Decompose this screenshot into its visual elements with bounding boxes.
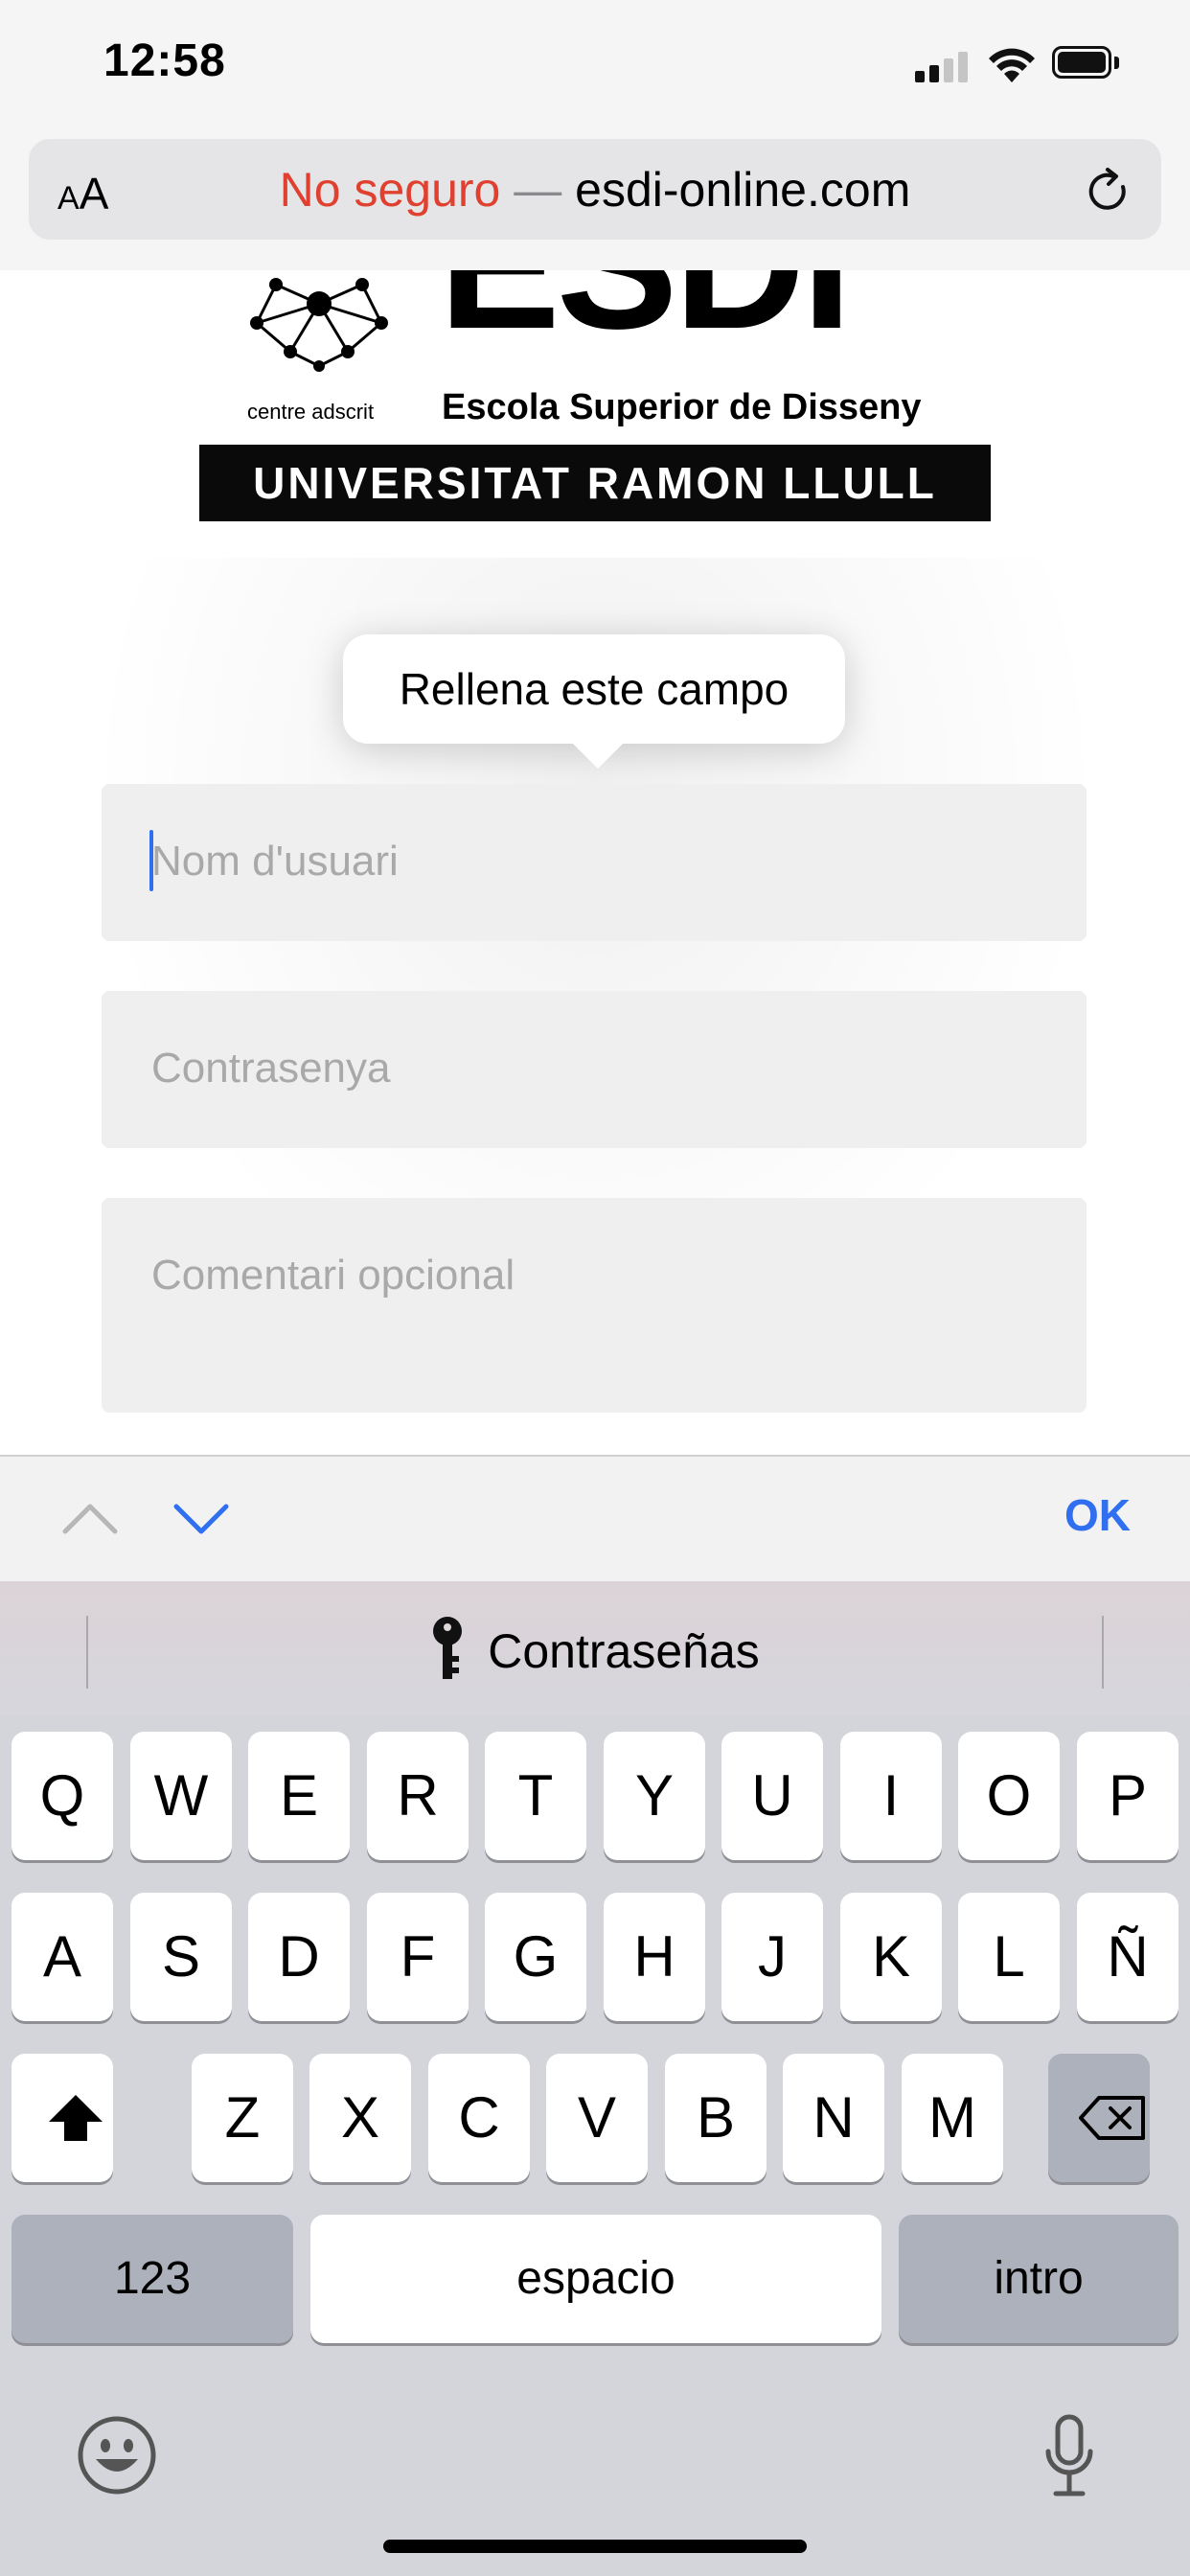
numbers-key[interactable]: 123 xyxy=(11,2215,293,2343)
key-e[interactable]: E xyxy=(248,1732,350,1860)
status-time: 12:58 xyxy=(103,35,226,86)
key-p[interactable]: P xyxy=(1077,1732,1179,1860)
shift-arrow-icon xyxy=(49,2095,103,2141)
next-field-chevron-down-icon[interactable] xyxy=(171,1495,232,1543)
key-c[interactable]: C xyxy=(428,2054,530,2182)
key-o[interactable]: O xyxy=(958,1732,1060,1860)
logo-school-name: Escola Superior de Disseny xyxy=(442,387,922,427)
form-accessory-bar: OK xyxy=(0,1455,1190,1583)
comment-textarea[interactable]: Comentari opcional xyxy=(102,1198,1087,1413)
key-k[interactable]: K xyxy=(840,1893,942,2021)
key-s[interactable]: S xyxy=(130,1893,232,2021)
key-b[interactable]: B xyxy=(665,2054,767,2182)
enter-key[interactable]: intro xyxy=(899,2215,1179,2343)
key-g[interactable]: G xyxy=(485,1893,586,2021)
logo-wordmark: ESDI xyxy=(439,270,852,356)
esdi-logo: ESDI centre adscrit Escola Superior de D… xyxy=(199,270,991,523)
address-bar[interactable]: AA No seguro — esdi-online.com xyxy=(29,139,1161,240)
key-r[interactable]: R xyxy=(367,1732,469,1860)
password-placeholder: Contrasenya xyxy=(151,1045,391,1092)
network-logo-icon xyxy=(250,278,388,372)
home-indicator xyxy=(383,2540,807,2553)
reload-icon[interactable] xyxy=(1085,166,1133,218)
status-bar: 12:58 xyxy=(0,0,1190,134)
key-z[interactable]: Z xyxy=(192,2054,293,2182)
keyboard: Contraseñas Q W E R T Y U I O P A S D F … xyxy=(0,1581,1190,2576)
battery-icon xyxy=(1052,46,1121,82)
logo-university-banner: UNIVERSITAT RAMON LLULL xyxy=(199,445,991,521)
url-separator: — xyxy=(514,163,562,217)
validation-tooltip: Rellena este campo xyxy=(343,634,845,744)
key-i[interactable]: I xyxy=(840,1732,942,1860)
ok-button[interactable]: OK xyxy=(1064,1489,1131,1541)
key-q[interactable]: Q xyxy=(11,1732,113,1860)
microphone-icon[interactable] xyxy=(1042,2413,1096,2501)
passwords-label: Contraseñas xyxy=(488,1624,760,1679)
key-a[interactable]: A xyxy=(11,1893,113,2021)
cellular-signal-icon xyxy=(915,50,971,82)
key-u[interactable]: U xyxy=(721,1732,823,1860)
url-text: esdi-online.com xyxy=(575,163,911,217)
key-l[interactable]: L xyxy=(958,1893,1060,2021)
emoji-icon[interactable] xyxy=(77,2415,157,2496)
username-placeholder: Nom d'usuari xyxy=(151,838,399,885)
key-x[interactable]: X xyxy=(309,2054,411,2182)
key-j[interactable]: J xyxy=(721,1893,823,2021)
key-y[interactable]: Y xyxy=(604,1732,705,1860)
tooltip-arrow xyxy=(569,740,627,769)
key-enye[interactable]: Ñ xyxy=(1077,1893,1179,2021)
key-icon xyxy=(433,1617,463,1679)
password-input[interactable]: Contrasenya xyxy=(102,991,1087,1148)
previous-field-chevron-up-icon[interactable] xyxy=(59,1495,121,1543)
key-t[interactable]: T xyxy=(485,1732,586,1860)
space-key[interactable]: espacio xyxy=(310,2215,881,2343)
logo-adscrit: centre adscrit xyxy=(247,400,375,424)
wifi-icon xyxy=(989,48,1035,82)
username-input[interactable]: Nom d'usuari xyxy=(102,784,1087,941)
not-secure-label: No seguro xyxy=(279,163,501,217)
key-d[interactable]: D xyxy=(248,1893,350,2021)
key-h[interactable]: H xyxy=(604,1893,705,2021)
web-page: ESDI centre adscrit Escola Superior de D… xyxy=(0,270,1190,1455)
keyboard-suggestion-bar: Contraseñas xyxy=(0,1581,1190,1715)
key-m[interactable]: M xyxy=(902,2054,1003,2182)
key-n[interactable]: N xyxy=(783,2054,884,2182)
backspace-icon xyxy=(1079,2096,1145,2140)
key-f[interactable]: F xyxy=(367,1893,469,2021)
backspace-key[interactable] xyxy=(1048,2054,1150,2182)
comment-placeholder: Comentari opcional xyxy=(151,1252,515,1299)
key-w[interactable]: W xyxy=(130,1732,232,1860)
key-v[interactable]: V xyxy=(546,2054,648,2182)
url-display[interactable]: No seguro — esdi-online.com xyxy=(29,162,1161,218)
passwords-suggestion[interactable]: Contraseñas xyxy=(0,1617,1190,1689)
shift-key[interactable] xyxy=(11,2054,113,2182)
